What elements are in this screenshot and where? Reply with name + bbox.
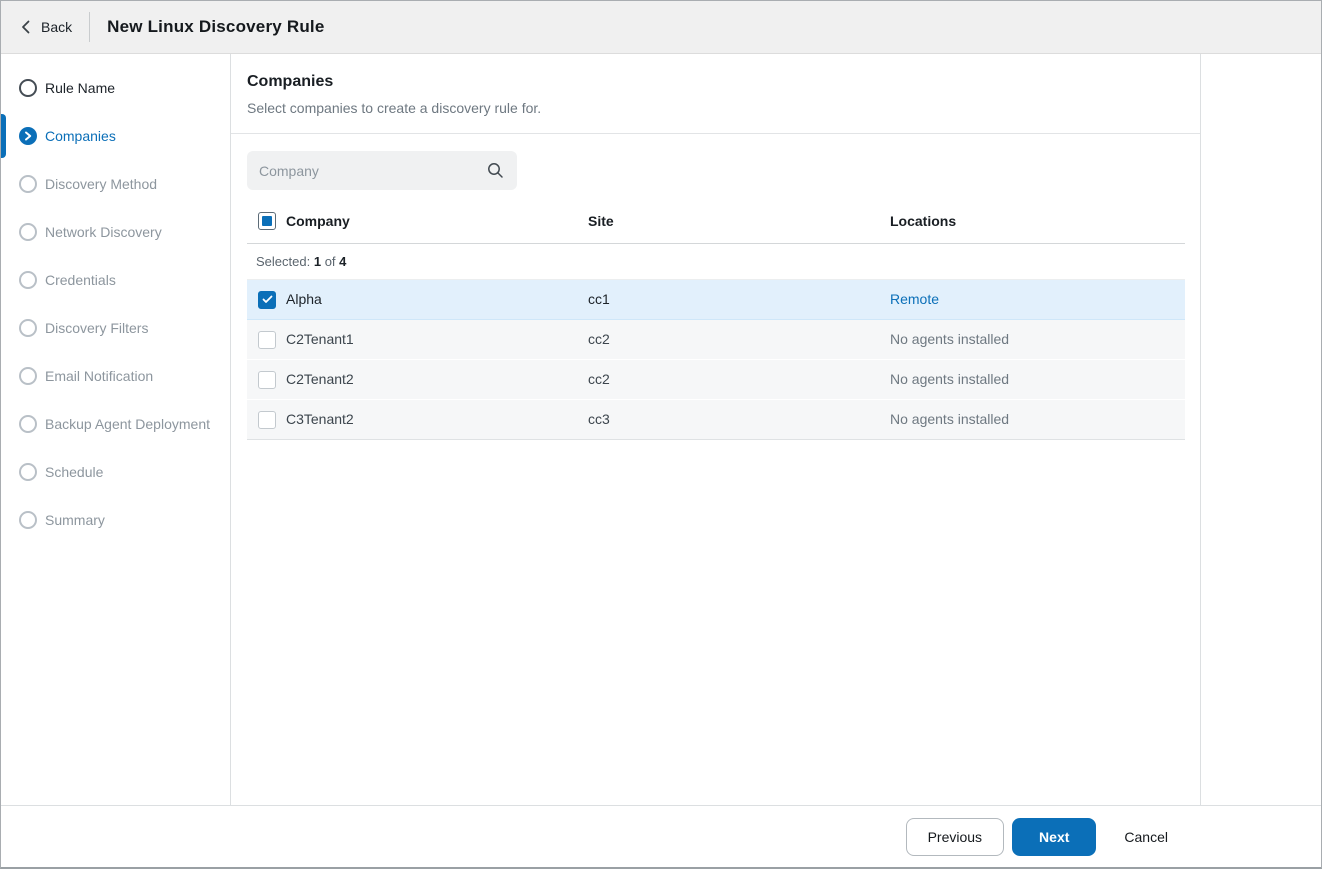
table-row[interactable]: Alpha cc1 Remote xyxy=(247,280,1185,320)
step-label: Companies xyxy=(45,128,116,144)
site-name: cc2 xyxy=(588,330,610,347)
step-label: Schedule xyxy=(45,464,104,480)
company-name: C2Tenant1 xyxy=(286,330,354,347)
sidebar-item-network-discovery[interactable]: Network Discovery xyxy=(1,208,230,256)
company-name: C3Tenant2 xyxy=(286,410,354,427)
section-header: Companies Select companies to create a d… xyxy=(231,54,1200,134)
column-header-locations: Locations xyxy=(890,213,957,229)
step-circle-icon xyxy=(19,175,37,193)
sidebar-item-backup-agent-deployment[interactable]: Backup Agent Deployment xyxy=(1,400,230,448)
step-label: Summary xyxy=(45,512,105,528)
page-title: New Linux Discovery Rule xyxy=(107,17,325,36)
step-circle-icon xyxy=(19,463,37,481)
sidebar-item-schedule[interactable]: Schedule xyxy=(1,448,230,496)
companies-table: Company Site Locations Selected: 1 of 4 xyxy=(247,200,1185,440)
step-circle-icon xyxy=(19,415,37,433)
company-name: Alpha xyxy=(286,290,322,307)
cancel-button[interactable]: Cancel xyxy=(1108,818,1184,856)
step-label: Discovery Method xyxy=(45,176,158,192)
site-name: cc2 xyxy=(588,370,610,387)
step-label: Credentials xyxy=(45,272,116,288)
locations-status: No agents installed xyxy=(890,410,1010,427)
row-checkbox[interactable] xyxy=(258,330,276,349)
step-label: Email Notification xyxy=(45,368,154,384)
step-circle-icon xyxy=(19,271,37,289)
back-button[interactable]: Back xyxy=(21,19,72,35)
new-linux-discovery-rule-window: Back New Linux Discovery Rule Rule Name … xyxy=(0,0,1322,869)
table-row[interactable]: C2Tenant2 cc2 No agents installed xyxy=(247,360,1185,400)
wizard-steps-sidebar: Rule Name Companies Discovery Method Net… xyxy=(1,54,231,805)
chevron-left-icon xyxy=(22,20,30,34)
locations-status: No agents installed xyxy=(890,370,1010,387)
company-search-input[interactable] xyxy=(247,151,517,190)
table-row[interactable]: C2Tenant1 cc2 No agents installed xyxy=(247,320,1185,360)
step-label: Network Discovery xyxy=(45,224,162,240)
sidebar-item-email-notification[interactable]: Email Notification xyxy=(1,352,230,400)
search-icon xyxy=(488,163,503,178)
sidebar-item-discovery-filters[interactable]: Discovery Filters xyxy=(1,304,230,352)
sidebar-item-rule-name[interactable]: Rule Name xyxy=(1,64,230,112)
row-checkbox[interactable] xyxy=(258,290,276,309)
selected-total: 4 xyxy=(339,254,347,269)
column-header-company: Company xyxy=(286,213,350,229)
indeterminate-mark-icon xyxy=(262,216,272,226)
previous-button[interactable]: Previous xyxy=(905,817,1005,856)
row-checkbox[interactable] xyxy=(258,410,276,429)
sidebar-item-summary[interactable]: Summary xyxy=(1,496,230,544)
site-name: cc3 xyxy=(588,410,610,427)
chevron-right-circle-icon xyxy=(19,127,37,145)
row-checkbox[interactable] xyxy=(258,370,276,389)
locations-link[interactable]: Remote xyxy=(890,291,939,307)
step-circle-icon xyxy=(19,319,37,337)
header-divider xyxy=(89,12,91,42)
next-button[interactable]: Next xyxy=(1012,817,1097,856)
window-header: Back New Linux Discovery Rule xyxy=(1,1,1321,54)
sidebar-item-companies[interactable]: Companies xyxy=(1,112,230,160)
selected-count: 1 xyxy=(313,254,322,269)
locations-status: No agents installed xyxy=(890,330,1010,347)
site-name: cc1 xyxy=(588,290,610,307)
step-label: Rule Name xyxy=(45,80,116,96)
sidebar-item-credentials[interactable]: Credentials xyxy=(1,256,230,304)
companies-step-panel: Companies Select companies to create a d… xyxy=(231,54,1201,805)
step-label: Discovery Filters xyxy=(45,320,149,336)
step-circle-icon xyxy=(19,367,37,385)
section-title: Companies xyxy=(247,73,334,90)
back-label: Back xyxy=(41,19,73,35)
step-circle-icon xyxy=(19,79,37,97)
table-header-row: Company Site Locations xyxy=(247,200,1185,244)
step-label: Backup Agent Deployment xyxy=(45,416,210,432)
right-gutter xyxy=(1201,54,1321,805)
step-circle-icon xyxy=(19,223,37,241)
company-search-box xyxy=(247,151,517,190)
table-row[interactable]: C3Tenant2 cc3 No agents installed xyxy=(247,400,1185,440)
select-all-checkbox[interactable] xyxy=(258,212,276,230)
checkmark-icon xyxy=(262,295,272,303)
wizard-footer: Previous Next Cancel xyxy=(1,805,1321,867)
company-name: C2Tenant2 xyxy=(286,370,354,387)
sidebar-item-discovery-method[interactable]: Discovery Method xyxy=(1,160,230,208)
step-circle-icon xyxy=(19,511,37,529)
section-subtitle: Select companies to create a discovery r… xyxy=(247,100,542,116)
column-header-site: Site xyxy=(588,213,614,229)
selected-count-summary: Selected: 1 of 4 xyxy=(247,244,1185,280)
